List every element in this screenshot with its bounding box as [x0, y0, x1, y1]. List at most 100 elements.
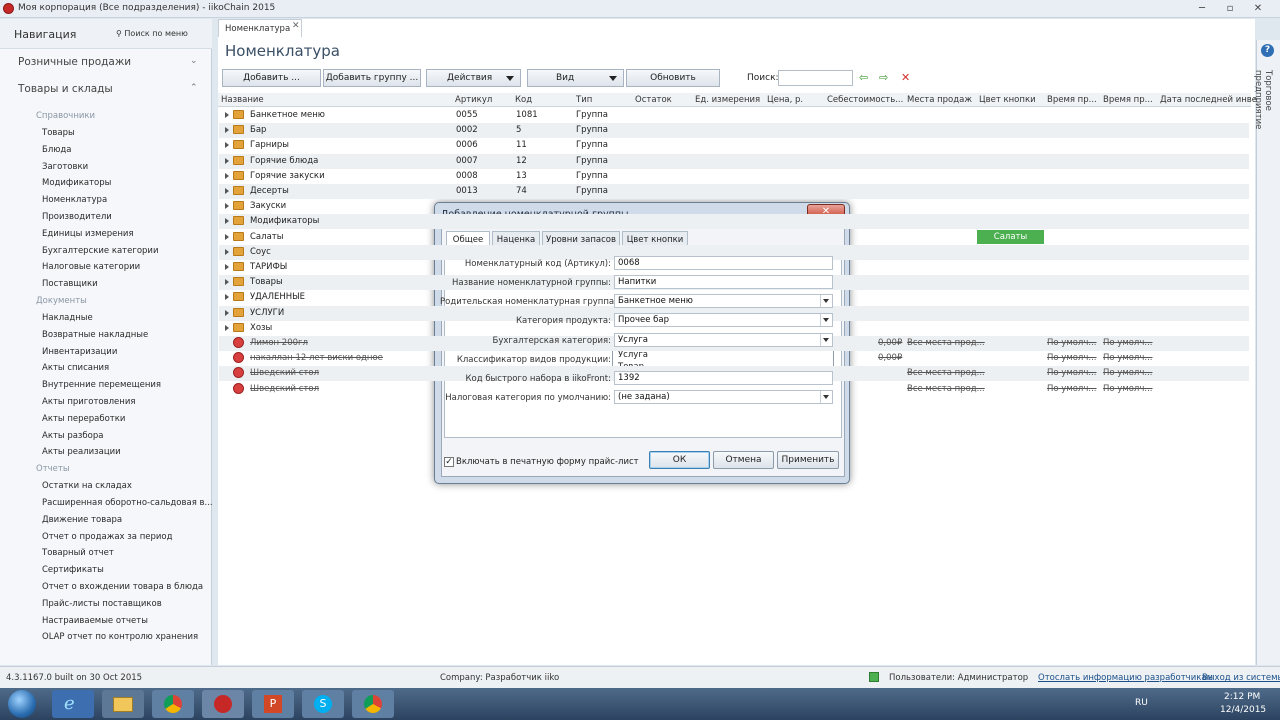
- table-row[interactable]: Горячие закуски 0008 13 Группа: [219, 169, 1249, 184]
- column-header[interactable]: Название: [221, 95, 264, 105]
- table-row[interactable]: Закуски: [219, 199, 1249, 214]
- field-input[interactable]: 1392: [614, 371, 833, 385]
- tab-nomenclature[interactable]: Номенклатура: [218, 19, 302, 37]
- nav-item[interactable]: Производители: [42, 212, 112, 222]
- send-info-link[interactable]: Отослать информацию разработчикам: [1038, 673, 1213, 683]
- nav-item[interactable]: Модификаторы: [42, 178, 111, 188]
- nav-item[interactable]: OLAP отчет по контролю хранения: [42, 632, 198, 642]
- keyboard-language[interactable]: RU: [1135, 698, 1148, 708]
- expand-row-icon[interactable]: [225, 112, 229, 118]
- nav-item[interactable]: Номенклатура: [42, 195, 107, 205]
- field-input[interactable]: Банкетное меню: [614, 294, 833, 308]
- nav-item[interactable]: Акты переработки: [42, 414, 125, 424]
- iiko-app-icon[interactable]: [202, 690, 244, 718]
- dropdown-arrow-icon[interactable]: [820, 314, 831, 326]
- file-explorer-icon[interactable]: [102, 690, 144, 718]
- field-input[interactable]: 0068: [614, 256, 833, 270]
- expand-row-icon[interactable]: [225, 264, 229, 270]
- column-header[interactable]: Дата последней инве: [1160, 95, 1257, 105]
- nav-item[interactable]: Отчет о вхождении товара в блюда: [42, 582, 203, 592]
- ok-button[interactable]: ОК: [649, 451, 710, 469]
- view-dropdown[interactable]: Вид: [527, 69, 624, 87]
- nav-item[interactable]: Расширенная оборотно-сальдовая в...: [42, 498, 213, 508]
- field-input[interactable]: (не задана): [614, 390, 833, 404]
- logout-link[interactable]: Выход из системы: [1202, 673, 1280, 683]
- column-header[interactable]: Цена, р.: [767, 95, 803, 105]
- expand-row-icon[interactable]: [225, 142, 229, 149]
- nav-item[interactable]: Сертификаты: [42, 565, 104, 575]
- column-header[interactable]: Цвет кнопки: [979, 95, 1036, 105]
- trading-enterprise-label[interactable]: Торговое предприятие: [1253, 70, 1273, 170]
- nav-item[interactable]: Остатки на складах: [42, 481, 132, 491]
- nav-item[interactable]: Прайс-листы поставщиков: [42, 599, 162, 609]
- column-header[interactable]: Тип: [576, 95, 592, 105]
- nav-item[interactable]: Инвентаризации: [42, 347, 117, 357]
- clock-time[interactable]: 2:12 PM: [1224, 692, 1260, 702]
- field-input[interactable]: Напитки: [614, 275, 833, 289]
- nav-item[interactable]: Возвратные накладные: [42, 330, 148, 340]
- expand-row-icon[interactable]: [225, 188, 229, 194]
- refresh-button[interactable]: Обновить: [626, 69, 720, 87]
- column-header[interactable]: Время пр...: [1047, 95, 1097, 105]
- nav-item[interactable]: Внутренние перемещения: [42, 380, 161, 390]
- maximize-icon[interactable]: ▫: [1222, 2, 1238, 15]
- nav-item[interactable]: Поставщики: [42, 279, 98, 289]
- chevron-down-icon[interactable]: ⌄: [190, 56, 198, 66]
- column-header[interactable]: Ед. измерения: [695, 95, 760, 105]
- chrome-icon-2[interactable]: [352, 690, 394, 718]
- dropdown-arrow-icon[interactable]: [820, 391, 831, 403]
- arrow-right-icon[interactable]: ⇨: [879, 71, 888, 84]
- table-row[interactable]: Модификаторы: [219, 214, 1249, 230]
- expand-row-icon[interactable]: [225, 127, 229, 134]
- expand-row-icon[interactable]: [225, 233, 229, 240]
- cancel-button[interactable]: Отмена: [713, 451, 774, 469]
- chrome-icon[interactable]: [152, 690, 194, 718]
- help-icon[interactable]: ?: [1261, 44, 1274, 57]
- expand-row-icon[interactable]: [225, 218, 229, 225]
- close-icon[interactable]: ✕: [1250, 2, 1266, 15]
- arrow-left-icon[interactable]: ⇦: [859, 71, 868, 84]
- expand-row-icon[interactable]: [225, 279, 229, 286]
- table-row[interactable]: Гарниры 0006 11 Группа: [219, 138, 1249, 153]
- clock-date[interactable]: 12/4/2015: [1220, 705, 1266, 715]
- add-button[interactable]: Добавить ...: [222, 69, 321, 87]
- table-row[interactable]: Банкетное меню 0055 1081 Группа: [219, 108, 1249, 123]
- column-header[interactable]: Себестоимость...: [827, 95, 903, 105]
- actions-dropdown[interactable]: Действия: [426, 69, 521, 87]
- field-input[interactable]: Прочее бар: [614, 313, 833, 327]
- table-row[interactable]: Бар 0002 5 Группа: [219, 123, 1249, 139]
- nav-item[interactable]: Акты списания: [42, 363, 109, 373]
- search-input[interactable]: [778, 70, 853, 86]
- expand-row-icon[interactable]: [225, 294, 229, 301]
- expand-row-icon[interactable]: [225, 172, 229, 179]
- expand-row-icon[interactable]: [225, 324, 229, 331]
- nav-item[interactable]: Настраиваемые отчеты: [42, 616, 148, 626]
- column-header[interactable]: Время пр...: [1103, 95, 1153, 105]
- nav-item[interactable]: Акты реализации: [42, 447, 121, 457]
- column-header[interactable]: Места продаж: [907, 95, 972, 105]
- internet-explorer-icon[interactable]: e: [52, 690, 94, 718]
- nav-section-retail[interactable]: Розничные продажи: [18, 56, 131, 68]
- expand-row-icon[interactable]: [225, 157, 229, 164]
- expand-row-icon[interactable]: [225, 248, 229, 255]
- nav-item[interactable]: Заготовки: [42, 162, 88, 172]
- nav-search-button[interactable]: ⚲ Поиск по меню: [116, 29, 188, 38]
- clear-search-icon[interactable]: ✕: [901, 71, 910, 84]
- nav-item[interactable]: Акты приготовления: [42, 397, 135, 407]
- nav-item[interactable]: Акты разбора: [42, 431, 103, 441]
- nav-item[interactable]: Товарный отчет: [42, 548, 114, 558]
- dropdown-arrow-icon[interactable]: [820, 295, 831, 307]
- column-header[interactable]: Код: [515, 95, 532, 105]
- column-header[interactable]: Остаток: [635, 95, 672, 105]
- nav-item[interactable]: Накладные: [42, 313, 93, 323]
- add-group-button[interactable]: Добавить группу ...: [323, 69, 421, 87]
- skype-icon[interactable]: S: [302, 690, 344, 718]
- nav-item[interactable]: Единицы измерения: [42, 229, 134, 239]
- start-button-icon[interactable]: [8, 690, 36, 718]
- nav-item[interactable]: Движение товара: [42, 515, 122, 525]
- column-header[interactable]: Артикул: [455, 95, 492, 105]
- nav-item[interactable]: Налоговые категории: [42, 262, 140, 272]
- powerpoint-icon[interactable]: P: [252, 690, 294, 718]
- minimize-icon[interactable]: ─: [1194, 2, 1210, 15]
- dropdown-arrow-icon[interactable]: [820, 334, 831, 346]
